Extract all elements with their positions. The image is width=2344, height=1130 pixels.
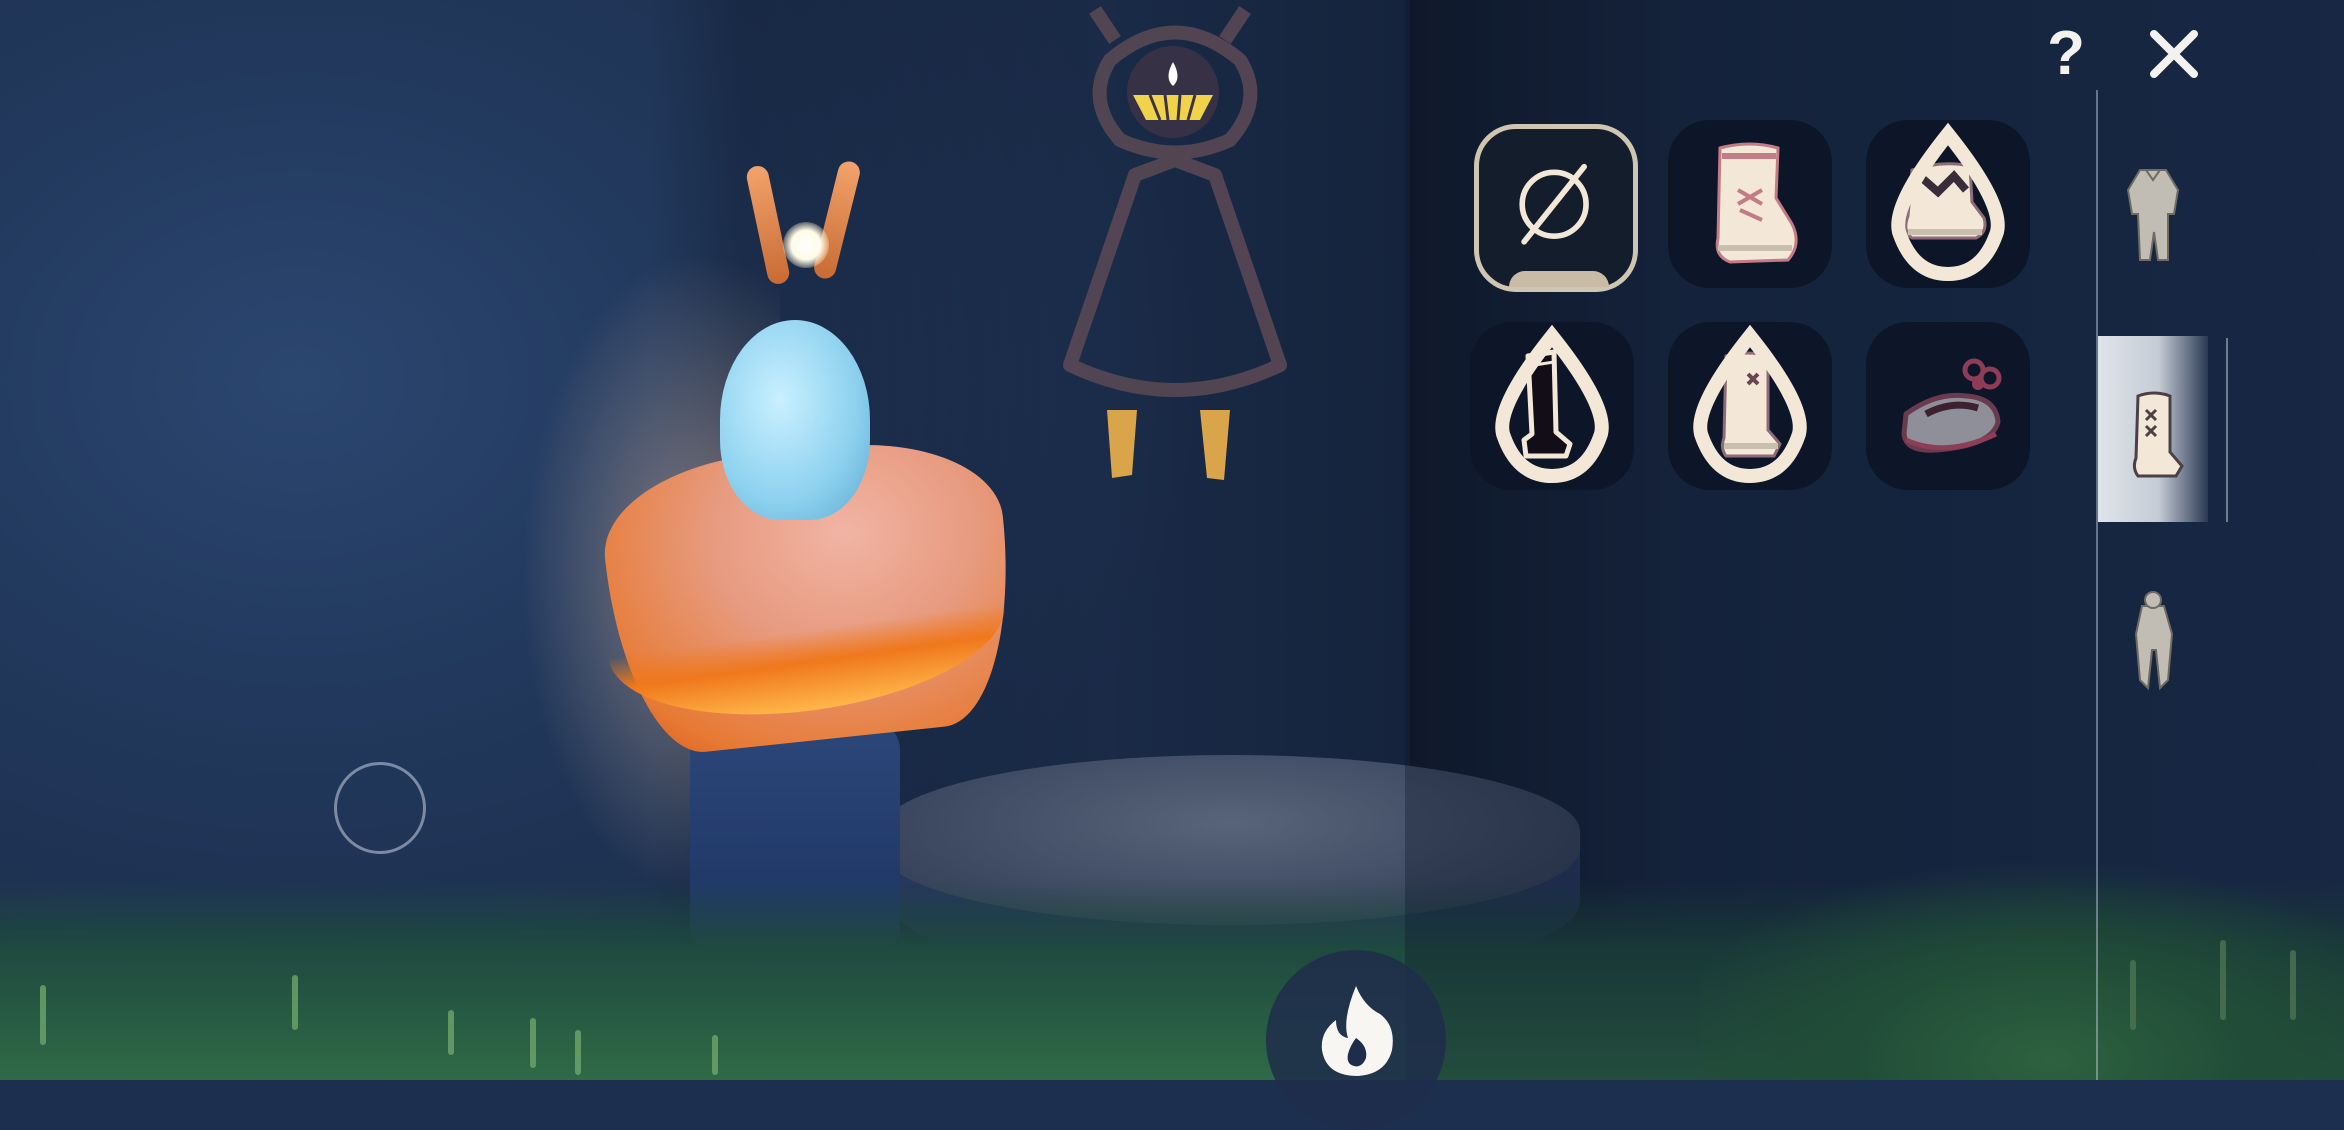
help-button[interactable]: ?	[2040, 20, 2092, 88]
wardrobe-item-tall-boots[interactable]	[1470, 322, 1634, 490]
movement-joystick[interactable]	[334, 762, 426, 854]
cape-silhouette-drawing-icon	[1063, 6, 1287, 480]
candle-cost-icon	[1693, 324, 1807, 484]
wardrobe-item-stitched-boots[interactable]	[1668, 322, 1832, 490]
honk-button[interactable]	[1266, 950, 1446, 1130]
close-button[interactable]	[2146, 26, 2202, 82]
category-tab-pants[interactable]	[2098, 554, 2208, 740]
shoe-item-grid	[1470, 118, 2040, 498]
shoe-icon	[2132, 391, 2184, 478]
category-tab-outfit[interactable]	[2098, 110, 2208, 296]
pants-icon	[2134, 591, 2174, 691]
candle-cost-icon	[1495, 324, 1609, 484]
wardrobe-item-none[interactable]	[1474, 124, 1638, 292]
close-icon	[2150, 30, 2198, 78]
wardrobe-item-ankle-boots[interactable]	[1866, 120, 2030, 288]
active-tab-indicator	[2226, 338, 2228, 522]
bow-shoe-icon	[1901, 358, 2002, 453]
character-hair	[720, 320, 870, 520]
flame-icon	[1321, 986, 1393, 1076]
grass-blade	[712, 1035, 718, 1075]
candle-light-orb	[783, 222, 829, 268]
selected-indicator	[1509, 271, 1609, 287]
candle-cost-icon	[1891, 122, 2005, 282]
outfit-icon	[2126, 169, 2180, 261]
wardrobe-item-bow-shoes[interactable]	[1866, 322, 2030, 490]
grass-blade	[40, 985, 46, 1045]
grass-blade	[575, 1030, 581, 1075]
none-icon	[1519, 163, 1589, 245]
grass-blade	[530, 1018, 536, 1068]
grass-blade	[448, 1010, 454, 1055]
lace-up-boot-icon	[1715, 142, 1798, 264]
wardrobe-item-lace-up-boots[interactable]	[1668, 120, 1832, 288]
category-tab-shoes[interactable]	[2098, 336, 2208, 522]
grass-blade	[292, 975, 298, 1030]
